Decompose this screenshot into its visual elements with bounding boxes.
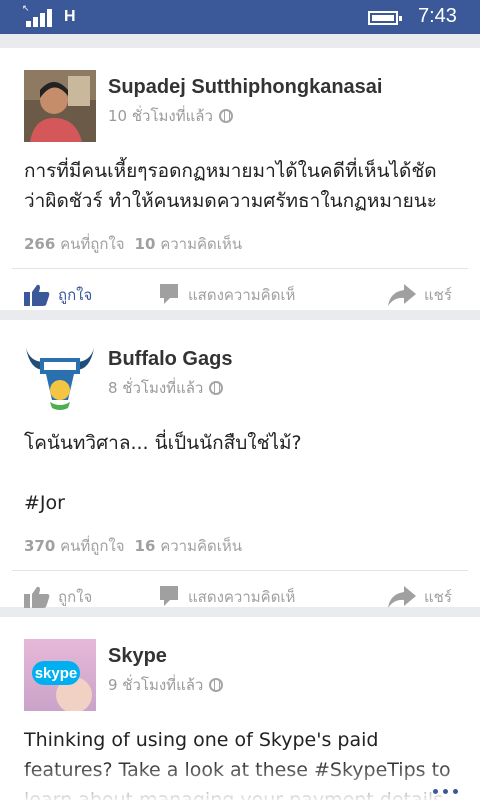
post-text: การที่มีคนเหี้ยๆรอดกฏหมายมาได้ในคดีที่เห… [24, 160, 437, 212]
post-meta: 10 ชั่วโมงที่แล้ว [108, 104, 233, 128]
share-icon [388, 284, 416, 306]
likes-count: 370 [24, 537, 56, 555]
thumbs-up-icon [24, 284, 50, 306]
post-time: 9 ชั่วโมงที่แล้ว [108, 676, 204, 694]
globe-icon [209, 678, 224, 692]
avatar[interactable] [24, 342, 96, 414]
news-feed: Supadej Sutthiphongkanasai 10 ชั่วโมงที่… [0, 48, 480, 800]
comments-count: 10 [134, 235, 156, 253]
comments-count: 16 [134, 537, 156, 555]
like-label: ถูกใจ [58, 286, 93, 304]
post-card: Buffalo Gags 8 ชั่วโมงที่แล้ว โคนันทวิศา… [0, 320, 480, 608]
battery-icon [368, 11, 402, 25]
like-button[interactable]: ถูกใจ [24, 585, 92, 609]
post-stats[interactable]: 370 คนที่ถูกใจ 16 ความคิดเห็น [0, 518, 480, 570]
comment-label: แสดงความคิดเห็ [188, 286, 296, 304]
likes-label: คนที่ถูกใจ [60, 537, 125, 555]
post-time: 8 ชั่วโมงที่แล้ว [108, 379, 204, 397]
post-author[interactable]: Skype [108, 645, 167, 668]
post-meta: 9 ชั่วโมงที่แล้ว [108, 673, 224, 697]
globe-icon [209, 381, 224, 395]
skype-logo-text: skype [35, 665, 78, 682]
post-meta: 8 ชั่วโมงที่แล้ว [108, 376, 224, 400]
share-label: แชร์ [424, 588, 452, 606]
likes-label: คนที่ถูกใจ [60, 235, 125, 253]
like-label: ถูกใจ [58, 588, 93, 606]
network-type: H [64, 8, 76, 25]
thumbs-up-icon [24, 586, 50, 608]
more-options-icon[interactable] [433, 789, 458, 794]
signal-strength-icon: ↖ [22, 5, 54, 27]
like-button[interactable]: ถูกใจ [24, 283, 92, 307]
share-button[interactable]: แชร์ [388, 585, 452, 609]
comment-button[interactable]: แสดงความคิดเห็ [160, 283, 295, 307]
post-card: Supadej Sutthiphongkanasai 10 ชั่วโมงที่… [0, 48, 480, 310]
comments-label: ความคิดเห็น [160, 537, 243, 555]
likes-count: 266 [24, 235, 56, 253]
status-bar: ↖ H 7:43 [0, 0, 480, 34]
avatar[interactable] [24, 70, 96, 142]
globe-icon [218, 109, 233, 123]
post-text: โคนันทวิศาล... นี่เป็นนักสืบใช่ไม้? #Jor [24, 432, 302, 514]
clock: 7:43 [418, 5, 457, 27]
post-author[interactable]: Buffalo Gags [108, 348, 232, 371]
comment-icon [160, 284, 178, 304]
share-icon [388, 586, 416, 608]
share-label: แชร์ [424, 286, 452, 304]
comment-icon [160, 586, 178, 606]
bottom-fade [0, 760, 480, 800]
comment-button[interactable]: แสดงความคิดเห็ [160, 585, 295, 609]
post-stats[interactable]: 266 คนที่ถูกใจ 10 ความคิดเห็น [0, 216, 480, 268]
post-author[interactable]: Supadej Sutthiphongkanasai [108, 76, 382, 99]
share-button[interactable]: แชร์ [388, 283, 452, 307]
comments-label: ความคิดเห็น [160, 235, 243, 253]
avatar[interactable]: skype [24, 639, 96, 711]
post-time: 10 ชั่วโมงที่แล้ว [108, 107, 213, 125]
comment-label: แสดงความคิดเห็ [188, 588, 296, 606]
post-actions: ถูกใจ แสดงความคิดเห็ แชร์ [12, 268, 468, 320]
post-actions: ถูกใจ แสดงความคิดเห็ แชร์ [12, 570, 468, 622]
